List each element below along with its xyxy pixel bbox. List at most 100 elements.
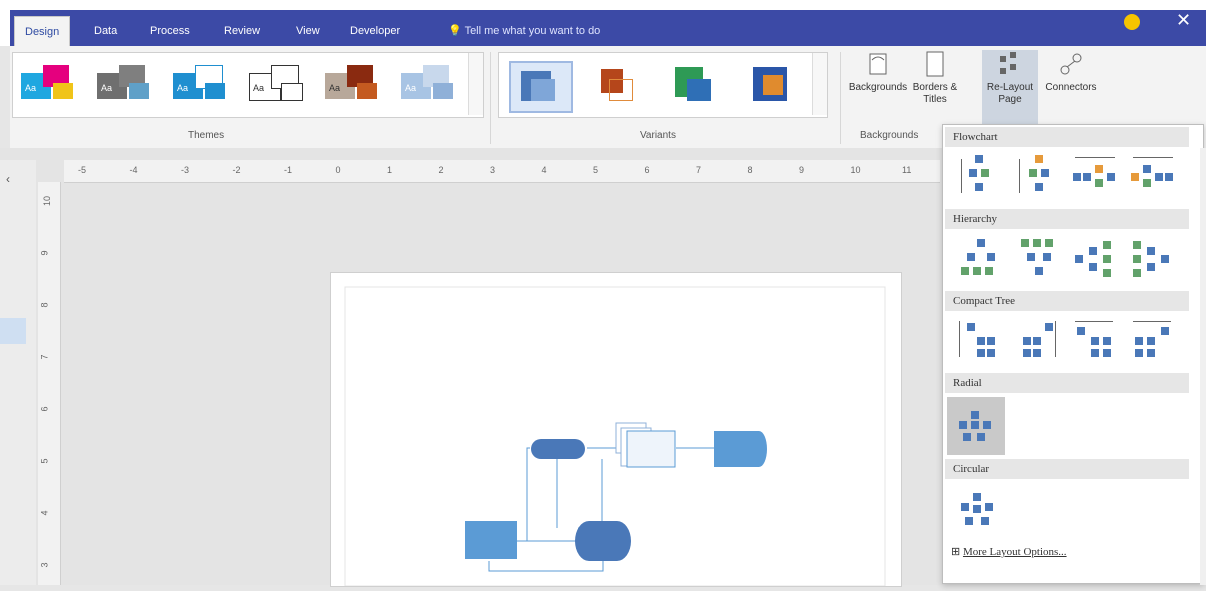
theme-thumb-2[interactable]: Aa bbox=[95, 61, 155, 107]
v-ruler-tick: 8 bbox=[39, 302, 50, 308]
more-layout-options[interactable]: ⊞ More Layout Options... bbox=[951, 545, 1067, 558]
theme-thumb-5[interactable]: Aa bbox=[323, 61, 383, 107]
backgrounds-icon bbox=[864, 50, 892, 80]
layout-hierarchy-bottom-top[interactable] bbox=[1011, 233, 1063, 283]
h-ruler-tick: 9 bbox=[799, 165, 805, 175]
process-shape bbox=[465, 521, 517, 559]
feedback-smiley-icon[interactable] bbox=[1124, 14, 1140, 30]
section-flowchart: Flowchart bbox=[945, 127, 1189, 147]
variant-3[interactable] bbox=[665, 61, 729, 113]
layout-compact-tree-4[interactable] bbox=[1127, 315, 1179, 365]
v-ruler-tick: 5 bbox=[39, 458, 50, 464]
layout-flowchart-right-left[interactable] bbox=[1127, 151, 1179, 201]
drawing-page[interactable] bbox=[330, 272, 902, 587]
section-circular: Circular bbox=[945, 459, 1189, 479]
v-ruler-tick: 7 bbox=[39, 354, 50, 360]
layout-hierarchy-right-left[interactable] bbox=[1127, 233, 1179, 283]
tab-developer[interactable]: Developer bbox=[340, 16, 410, 46]
themes-gallery: Aa Aa Aa Aa Aa Aa bbox=[12, 52, 484, 118]
left-collapse-strip[interactable]: ‹ bbox=[0, 160, 36, 585]
tab-view[interactable]: View bbox=[286, 16, 330, 46]
layout-radial[interactable] bbox=[947, 397, 1005, 455]
theme-thumb-1[interactable]: Aa bbox=[19, 61, 79, 107]
backgrounds-group-label: Backgrounds bbox=[860, 130, 919, 141]
themes-group-label: Themes bbox=[188, 130, 225, 141]
close-icon[interactable]: ✕ bbox=[1176, 10, 1191, 31]
theme-thumb-4[interactable]: Aa bbox=[247, 61, 307, 107]
relayout-dropdown: Flowchart Hierarchy Compact Tree Radial … bbox=[942, 124, 1204, 584]
connectors-icon bbox=[1057, 50, 1085, 80]
v-ruler-tick: 3 bbox=[39, 562, 50, 568]
layout-hierarchy-left-right[interactable] bbox=[1069, 233, 1121, 283]
collapse-chevron-icon[interactable]: ‹ bbox=[6, 172, 10, 186]
tab-process[interactable]: Process bbox=[140, 16, 200, 46]
section-hierarchy: Hierarchy bbox=[945, 209, 1189, 229]
tell-me-box[interactable]: 💡 Tell me what you want to do bbox=[448, 16, 600, 46]
tab-data[interactable]: Data bbox=[84, 16, 127, 46]
shapes-pane-tab[interactable] bbox=[0, 318, 26, 344]
v-ruler-tick: 9 bbox=[39, 250, 50, 256]
variant-4[interactable] bbox=[743, 61, 807, 113]
relayout-icon bbox=[996, 50, 1024, 80]
layout-flowchart-bottom-top[interactable] bbox=[1011, 151, 1063, 201]
themes-scroll[interactable] bbox=[468, 53, 483, 115]
flowchart-diagram bbox=[344, 286, 886, 587]
h-ruler-tick: 4 bbox=[541, 165, 547, 175]
h-ruler-tick: 8 bbox=[747, 165, 753, 175]
vertical-ruler: 10 9 8 7 6 5 4 3 bbox=[38, 182, 61, 585]
tab-review[interactable]: Review bbox=[214, 16, 270, 46]
h-ruler-tick: -3 bbox=[181, 165, 190, 175]
backgrounds-button[interactable]: Backgrounds bbox=[846, 50, 910, 94]
horizontal-ruler: -5 -4 -3 -2 -1 0 1 2 3 4 5 6 7 8 9 10 11 bbox=[64, 160, 940, 183]
h-ruler-tick: 6 bbox=[644, 165, 650, 175]
terminator-shape bbox=[531, 439, 585, 459]
layout-flowchart-left-right[interactable] bbox=[1069, 151, 1121, 201]
rounded-process-shape bbox=[575, 521, 631, 561]
data-store-shape bbox=[714, 431, 767, 467]
variants-gallery bbox=[498, 52, 828, 118]
h-ruler-tick: 5 bbox=[593, 165, 599, 175]
section-compact-tree: Compact Tree bbox=[945, 291, 1189, 311]
theme-thumb-3[interactable]: Aa bbox=[171, 61, 231, 107]
layout-compact-tree-1[interactable] bbox=[953, 315, 1005, 365]
borders-icon bbox=[921, 50, 949, 80]
h-ruler-tick: 2 bbox=[438, 165, 444, 175]
layout-compact-tree-3[interactable] bbox=[1069, 315, 1121, 365]
variants-scroll[interactable] bbox=[812, 53, 827, 115]
v-ruler-tick: 6 bbox=[39, 406, 50, 412]
layout-options-icon: ⊞ bbox=[951, 546, 961, 558]
title-bar: Design Data Process Review View Develope… bbox=[0, 0, 1206, 46]
variant-2[interactable] bbox=[587, 61, 651, 113]
h-ruler-tick: 3 bbox=[490, 165, 496, 175]
layout-compact-tree-2[interactable] bbox=[1011, 315, 1063, 365]
radial-layouts bbox=[947, 397, 1187, 455]
h-ruler-tick: -5 bbox=[78, 165, 87, 175]
layout-hierarchy-top-bottom[interactable] bbox=[953, 233, 1005, 283]
h-ruler-tick: -4 bbox=[129, 165, 138, 175]
tab-design[interactable]: Design bbox=[14, 16, 71, 46]
layout-flowchart-top-bottom[interactable] bbox=[953, 151, 1005, 201]
connectors-button[interactable]: Connectors bbox=[1040, 50, 1102, 94]
v-ruler-tick: 4 bbox=[39, 510, 50, 516]
layout-circular[interactable] bbox=[953, 485, 1005, 535]
theme-thumb-6[interactable]: Aa bbox=[399, 61, 459, 107]
h-ruler-tick: -1 bbox=[284, 165, 293, 175]
v-ruler-tick: 10 bbox=[42, 195, 53, 207]
section-radial: Radial bbox=[945, 373, 1189, 393]
circular-layouts bbox=[947, 485, 1187, 537]
variant-1[interactable] bbox=[509, 61, 573, 113]
lightbulb-icon: 💡 bbox=[448, 25, 462, 37]
relayout-page-button[interactable]: Re-Layout Page bbox=[982, 50, 1038, 126]
hierarchy-layouts bbox=[947, 233, 1187, 285]
h-ruler-tick: 0 bbox=[335, 165, 341, 175]
borders-titles-button[interactable]: Borders & Titles bbox=[910, 50, 960, 106]
h-ruler-tick: -2 bbox=[232, 165, 241, 175]
multi-document-shape bbox=[626, 430, 676, 468]
variants-group-label: Variants bbox=[640, 130, 676, 141]
h-ruler-tick: 7 bbox=[696, 165, 702, 175]
vertical-scrollbar[interactable] bbox=[1200, 148, 1206, 585]
ribbon-tab-strip: Design Data Process Review View Develope… bbox=[10, 10, 1206, 46]
h-ruler-tick: 11 bbox=[902, 165, 912, 175]
tell-me-text: Tell me what you want to do bbox=[464, 25, 601, 37]
flowchart-layouts bbox=[947, 151, 1187, 203]
